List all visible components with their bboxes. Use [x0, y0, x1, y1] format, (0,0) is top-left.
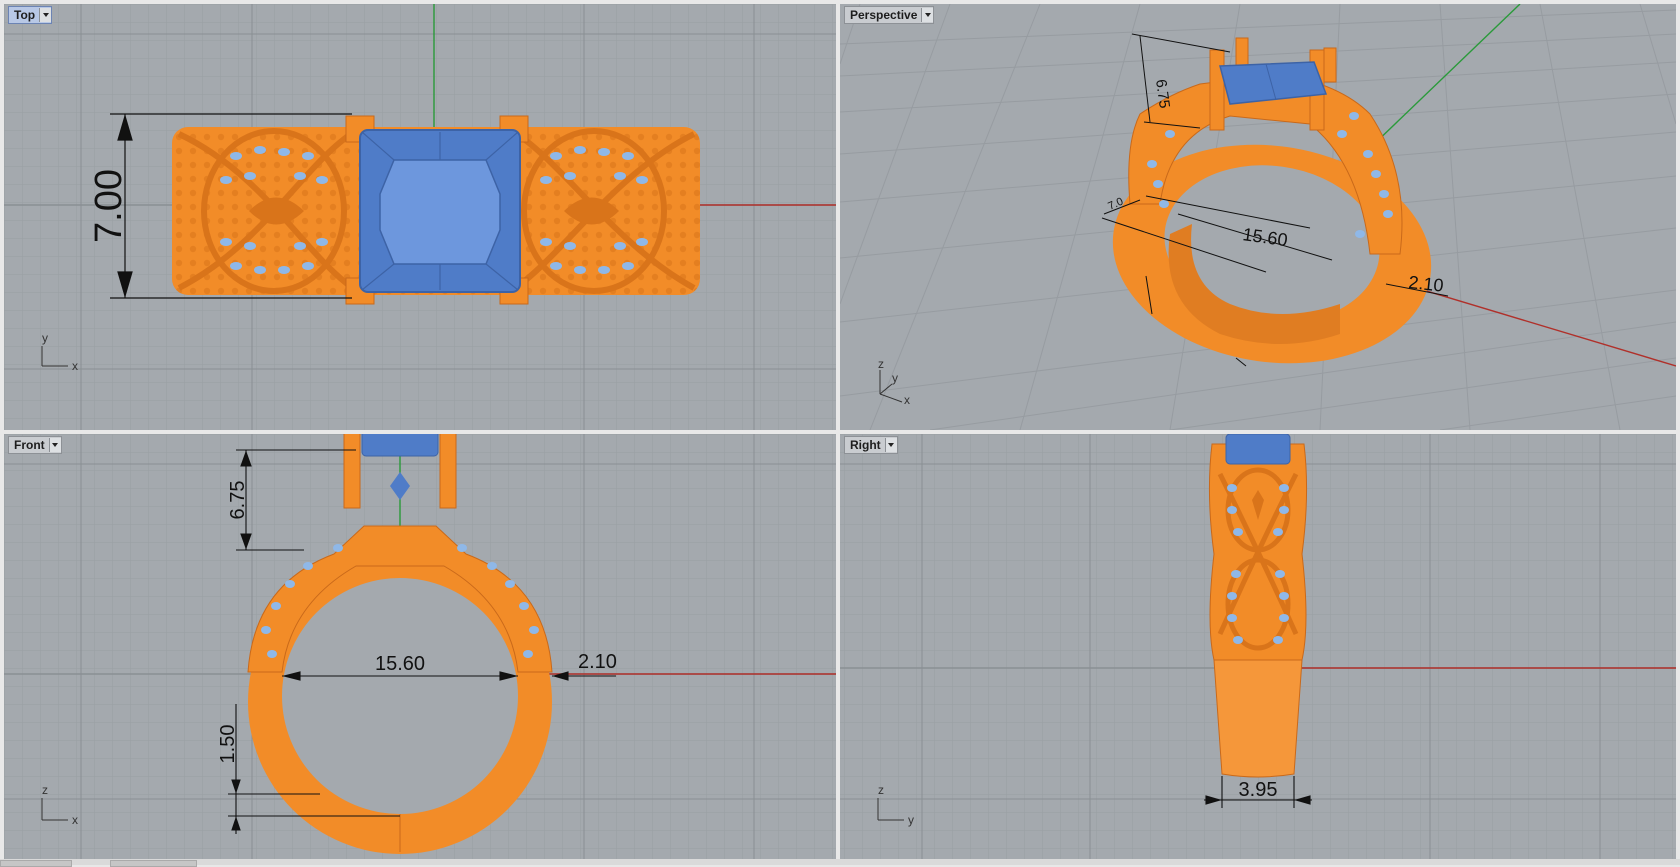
viewport-right[interactable]: Right 3.95 z y [840, 434, 1676, 859]
dimension-label-persp-thick: 2.10 [1408, 272, 1445, 296]
viewport-label-perspective[interactable]: Perspective [844, 6, 935, 24]
viewport-label-right[interactable]: Right [844, 436, 898, 454]
dimension-label-right-width: 3.95 [1239, 779, 1278, 801]
dimension-label-front-height: 6.75 [227, 481, 249, 520]
chevron-down-icon[interactable] [39, 8, 52, 22]
axis-label-y: y [892, 371, 898, 385]
dimension-label-front-inner: 15.60 [375, 653, 425, 675]
viewport-tab[interactable] [110, 860, 197, 867]
axis-label-z: z [42, 783, 48, 797]
right-view-canvas: 3.95 z y [840, 434, 1676, 859]
ring-right-model [1208, 434, 1308, 778]
viewport-perspective[interactable]: Perspective 6.75 15.60 7.0 2.10 z y x [840, 4, 1676, 430]
viewport-label-top[interactable]: Top [8, 6, 53, 24]
chevron-down-icon[interactable] [884, 438, 897, 452]
ring-perspective-model [1112, 37, 1432, 364]
dimension-label-front-base: 1.50 [217, 725, 239, 764]
viewport-top[interactable]: Top 7.00 y x [4, 4, 836, 430]
front-view-canvas: 6.75 15.60 2.10 1.50 z x [4, 434, 836, 859]
axis-label-x: x [904, 393, 910, 407]
viewport-front[interactable]: Front 6.75 15.60 2.10 1.50 z x [4, 434, 836, 859]
axis-label-z: z [878, 783, 884, 797]
perspective-view-canvas: 6.75 15.60 7.0 2.10 z y x [840, 4, 1676, 430]
viewport-tab-strip [0, 859, 1680, 867]
ring-top-model [172, 115, 700, 305]
axis-label-y: y [908, 813, 914, 827]
axis-label-x: x [72, 813, 78, 827]
viewport-tab[interactable] [0, 860, 72, 867]
axis-label-z: z [878, 357, 884, 371]
top-view-canvas: 7.00 y x [4, 4, 836, 430]
chevron-down-icon[interactable] [48, 438, 61, 452]
dimension-label-top-width: 7.00 [88, 169, 130, 243]
viewport-label-front[interactable]: Front [8, 436, 62, 454]
dimension-label-front-thick: 2.10 [578, 651, 617, 673]
axis-label-y: y [42, 331, 48, 345]
chevron-down-icon[interactable] [921, 8, 934, 22]
axis-label-x: x [72, 359, 78, 373]
